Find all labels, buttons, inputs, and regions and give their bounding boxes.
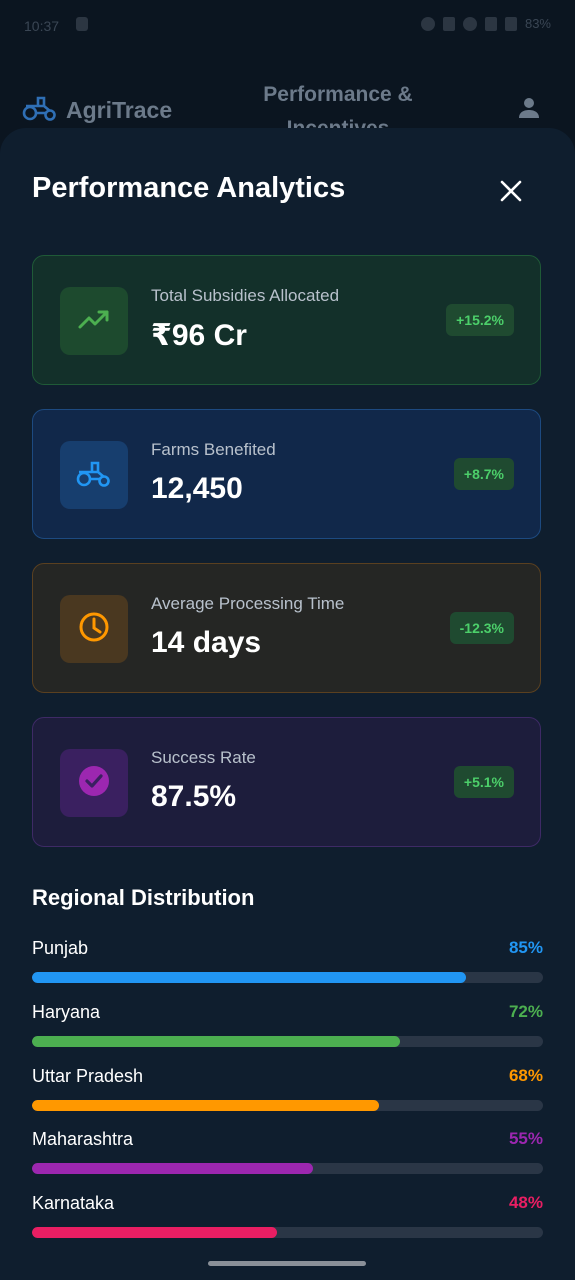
card-icon-box bbox=[60, 749, 128, 817]
close-icon bbox=[494, 180, 528, 212]
card-value: 87.5% bbox=[151, 780, 237, 813]
region-percent: 85% bbox=[508, 938, 543, 957]
region-percent: 68% bbox=[508, 1066, 543, 1085]
change-badge: +5.1% bbox=[453, 766, 514, 798]
region-name: Uttar Pradesh bbox=[32, 1066, 144, 1086]
sheet-title: Performance Analytics bbox=[32, 172, 346, 204]
region-row: Haryana 72% bbox=[32, 1002, 543, 1062]
progress-fill bbox=[32, 1163, 314, 1174]
card-value: 14 days bbox=[151, 626, 262, 659]
close-button[interactable] bbox=[494, 174, 528, 208]
card-icon-box bbox=[60, 287, 128, 355]
regional-distribution-title: Regional Distribution bbox=[32, 885, 255, 910]
card-icon-box bbox=[60, 441, 128, 509]
progress-fill bbox=[32, 1036, 400, 1047]
card-icon-box bbox=[60, 595, 128, 663]
progress-fill bbox=[32, 1100, 380, 1111]
region-percent: 48% bbox=[508, 1193, 543, 1212]
analytics-sheet: Performance Analytics Total Subsidies Al… bbox=[0, 128, 575, 1280]
progress-track bbox=[32, 972, 543, 983]
status-icons: 83% bbox=[420, 16, 551, 31]
battery-level: 83% bbox=[524, 16, 551, 31]
progress-fill bbox=[32, 972, 467, 983]
subsidies-card[interactable]: Total Subsidies Allocated ₹96 Cr +15.2% bbox=[32, 255, 541, 385]
home-indicator[interactable] bbox=[208, 1261, 366, 1266]
success-rate-card[interactable]: Success Rate 87.5% +5.1% bbox=[32, 717, 541, 847]
region-row: Punjab 85% bbox=[32, 938, 543, 998]
region-percent: 55% bbox=[508, 1129, 543, 1148]
person-icon[interactable] bbox=[517, 96, 541, 125]
region-row: Uttar Pradesh 68% bbox=[32, 1066, 543, 1126]
wifi-icon bbox=[462, 16, 477, 31]
notification-icon bbox=[76, 17, 88, 31]
brand[interactable]: AgriTrace bbox=[22, 94, 172, 127]
tractor-icon bbox=[76, 458, 112, 493]
call-icon bbox=[442, 16, 455, 31]
processing-time-card[interactable]: Average Processing Time 14 days -12.3% bbox=[32, 563, 541, 693]
progress-track bbox=[32, 1036, 543, 1047]
card-label: Total Subsidies Allocated bbox=[151, 286, 340, 305]
alarm-icon bbox=[420, 16, 435, 31]
card-value: ₹96 Cr bbox=[151, 319, 247, 352]
region-name: Haryana bbox=[32, 1002, 101, 1022]
region-row: Karnataka 48% bbox=[32, 1193, 543, 1253]
status-bar: 10:37 83% bbox=[0, 0, 575, 52]
change-badge: +8.7% bbox=[453, 458, 514, 490]
region-name: Karnataka bbox=[32, 1193, 115, 1213]
trending-up-icon bbox=[77, 307, 111, 336]
progress-track bbox=[32, 1100, 543, 1111]
region-name: Maharashtra bbox=[32, 1129, 134, 1149]
clock-icon bbox=[77, 610, 111, 649]
change-badge: +15.2% bbox=[446, 304, 514, 336]
progress-track bbox=[32, 1227, 543, 1238]
change-badge: -12.3% bbox=[449, 612, 514, 644]
battery-icon bbox=[504, 16, 517, 31]
progress-fill bbox=[32, 1227, 278, 1238]
status-time: 10:37 bbox=[24, 18, 60, 34]
progress-track bbox=[32, 1163, 543, 1174]
farms-card[interactable]: Farms Benefited 12,450 +8.7% bbox=[32, 409, 541, 539]
check-circle-icon bbox=[77, 764, 111, 803]
card-label: Average Processing Time bbox=[151, 594, 345, 613]
tractor-icon bbox=[22, 94, 58, 127]
region-name: Punjab bbox=[32, 938, 89, 958]
region-percent: 72% bbox=[508, 1002, 543, 1021]
brand-name: AgriTrace bbox=[66, 97, 173, 123]
card-value: 12,450 bbox=[151, 472, 243, 505]
region-row: Maharashtra 55% bbox=[32, 1129, 543, 1189]
card-label: Farms Benefited bbox=[151, 440, 276, 459]
signal-icon bbox=[484, 16, 497, 31]
card-label: Success Rate bbox=[151, 748, 256, 767]
